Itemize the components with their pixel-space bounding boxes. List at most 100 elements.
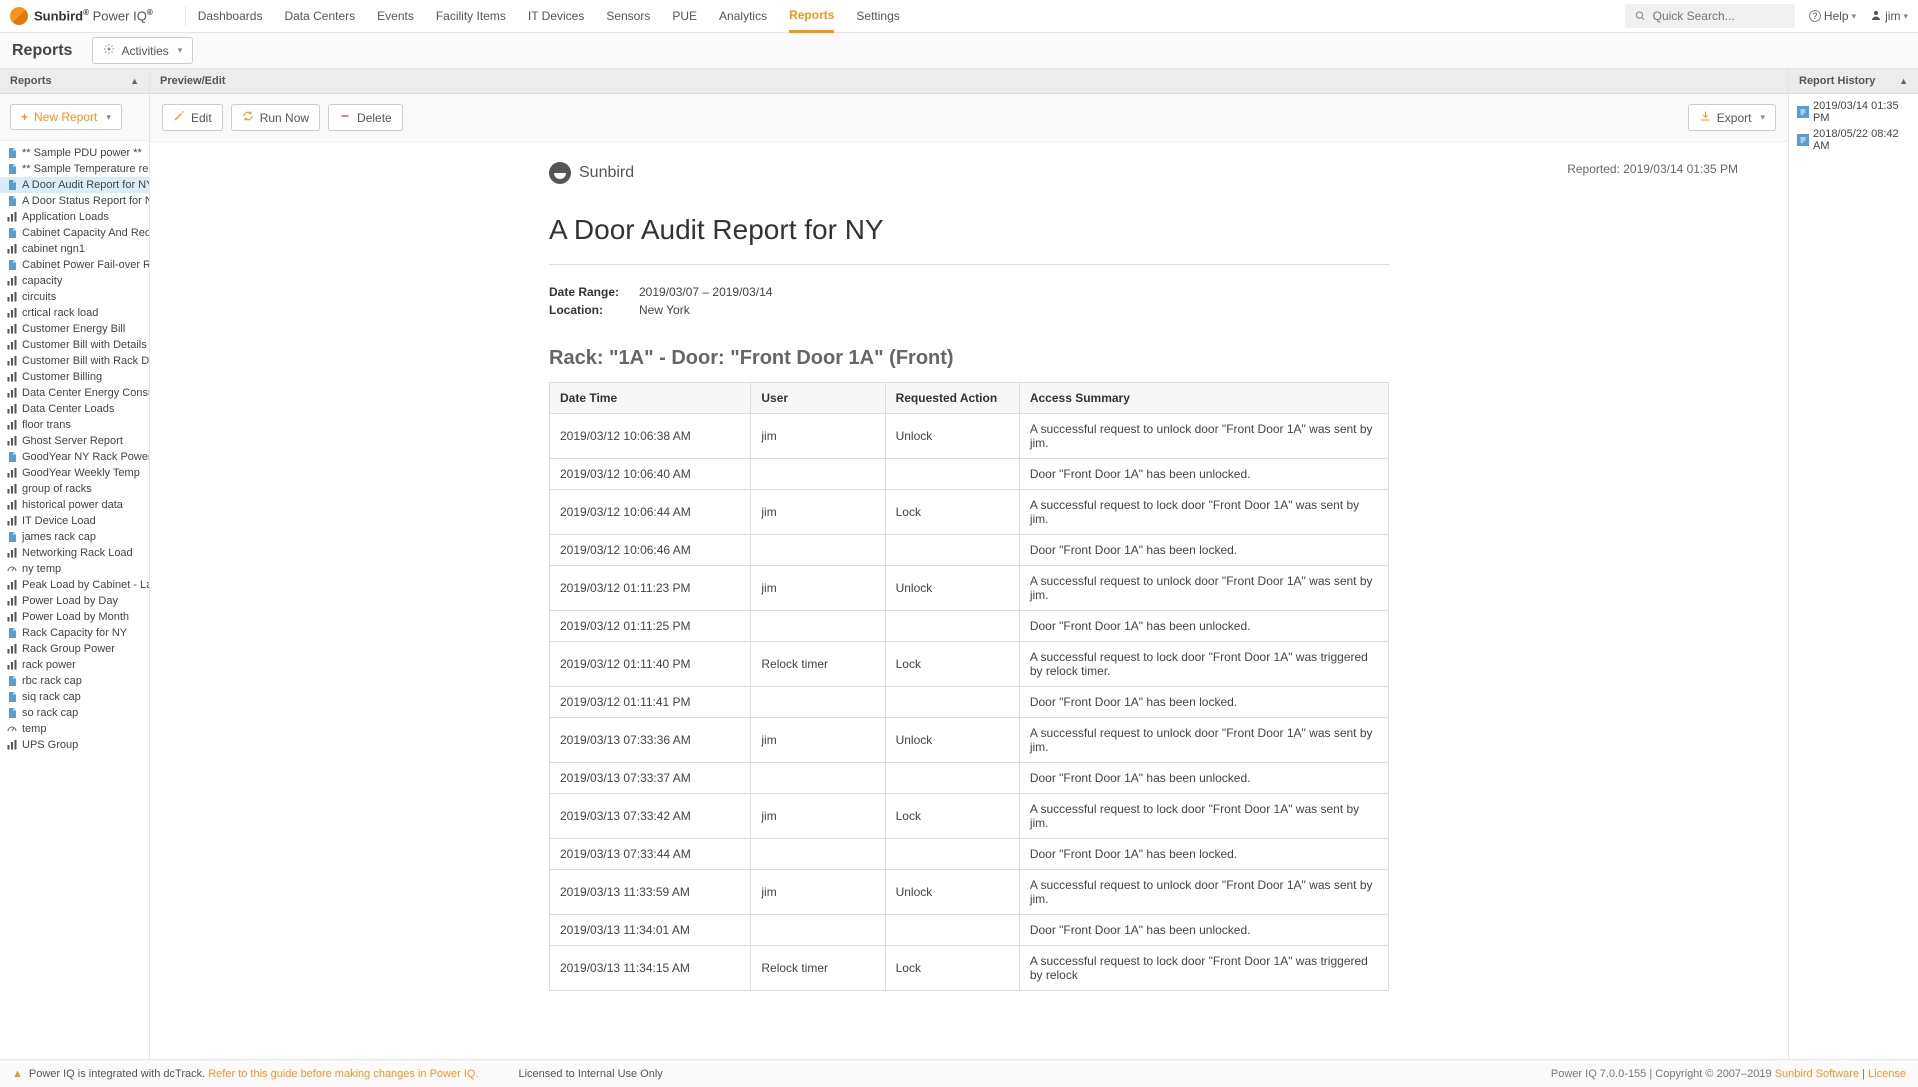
report-item-label: rack power [22, 658, 76, 672]
report-item[interactable]: Rack Capacity for NY [0, 625, 149, 641]
report-item[interactable]: rbc rack cap [0, 673, 149, 689]
cell-summary: A successful request to lock door "Front… [1019, 490, 1388, 535]
page-title: Reports [12, 42, 72, 60]
history-item[interactable]: 2018/05/22 08:42 AM [1793, 126, 1914, 154]
nav-item-dashboards[interactable]: Dashboards [198, 1, 263, 31]
doc-icon [6, 259, 18, 271]
report-item[interactable]: Peak Load by Cabinet - Last 30 D [0, 577, 149, 593]
report-item[interactable]: UPS Group [0, 737, 149, 753]
cell-summary: Door "Front Door 1A" has been unlocked. [1019, 763, 1388, 794]
report-item[interactable]: Customer Bill with Rack Details [0, 353, 149, 369]
history-item-label: 2018/05/22 08:42 AM [1813, 128, 1910, 152]
export-button[interactable]: Export ▾ [1688, 104, 1776, 131]
report-item[interactable]: group of racks [0, 481, 149, 497]
nav-items: Dashboards Data Centers Events Facility Ite… [198, 0, 900, 33]
nav-item-analytics[interactable]: Analytics [719, 1, 767, 31]
report-item[interactable]: temp [0, 721, 149, 737]
report-item[interactable]: circuits [0, 289, 149, 305]
report-item[interactable]: A Door Audit Report for NY [0, 177, 149, 193]
preview-area[interactable]: Reported: 2019/03/14 01:35 PM Sunbird A … [150, 142, 1788, 1059]
left-panel-header: Reports ▲ [0, 69, 149, 94]
report-item[interactable]: Application Loads [0, 209, 149, 225]
cell-action [885, 915, 1019, 946]
report-item[interactable]: Data Center Loads [0, 401, 149, 417]
collapse-icon[interactable]: ▲ [130, 76, 139, 86]
nav-item-pue[interactable]: PUE [672, 1, 697, 31]
report-item[interactable]: Rack Group Power [0, 641, 149, 657]
table-row: 2019/03/13 07:33:44 AMDoor "Front Door 1… [550, 839, 1389, 870]
right-panel-header: Report History ▲ [1789, 69, 1918, 94]
cell-user: jim [751, 794, 885, 839]
cell-dt: 2019/03/12 10:06:44 AM [550, 490, 751, 535]
cell-dt: 2019/03/13 11:34:15 AM [550, 946, 751, 991]
report-item-label: ny temp [22, 562, 61, 576]
chart-icon [6, 211, 18, 223]
table-header-row: Date TimeUserRequested ActionAccess Summ… [550, 383, 1389, 414]
download-icon [1699, 110, 1711, 125]
report-item[interactable]: Power Load by Day [0, 593, 149, 609]
nav-item-it-devices[interactable]: IT Devices [528, 1, 584, 31]
report-item[interactable]: Ghost Server Report [0, 433, 149, 449]
report-item[interactable]: capacity [0, 273, 149, 289]
report-item[interactable]: ny temp [0, 561, 149, 577]
report-item[interactable]: Customer Billing [0, 369, 149, 385]
chart-icon [6, 307, 18, 319]
cell-summary: Door "Front Door 1A" has been unlocked. [1019, 915, 1388, 946]
help-menu[interactable]: ? Help ▾ [1809, 9, 1856, 23]
chart-icon [6, 339, 18, 351]
cell-action: Lock [885, 946, 1019, 991]
search-input[interactable] [1651, 8, 1785, 24]
activities-button[interactable]: Activities ▾ [92, 37, 193, 64]
report-item[interactable]: rack power [0, 657, 149, 673]
user-menu[interactable]: jim ▾ [1870, 9, 1908, 24]
report-item[interactable]: floor trans [0, 417, 149, 433]
report-item[interactable]: james rack cap [0, 529, 149, 545]
report-item[interactable]: siq rack cap [0, 689, 149, 705]
license-link[interactable]: License [1868, 1068, 1906, 1080]
report-item[interactable]: Power Load by Month [0, 609, 149, 625]
nav-item-settings[interactable]: Settings [856, 1, 899, 31]
chart-icon [6, 403, 18, 415]
report-item[interactable]: ** Sample PDU power ** [0, 145, 149, 161]
cell-dt: 2019/03/12 01:11:25 PM [550, 611, 751, 642]
report-item[interactable]: cabinet ngn1 [0, 241, 149, 257]
company-link[interactable]: Sunbird Software [1775, 1068, 1859, 1080]
nav-item-data-centers[interactable]: Data Centers [284, 1, 355, 31]
report-item[interactable]: Data Center Energy Consumption [0, 385, 149, 401]
report-item[interactable]: Networking Rack Load [0, 545, 149, 561]
report-item[interactable]: historical power data [0, 497, 149, 513]
report-item[interactable]: A Door Status Report for NY [0, 193, 149, 209]
collapse-icon[interactable]: ▲ [1899, 76, 1908, 86]
separator [185, 6, 186, 26]
report-item[interactable]: Customer Energy Bill [0, 321, 149, 337]
report-item-label: Customer Bill with Rack Details [22, 354, 149, 368]
report-tree[interactable]: ** Sample PDU power **** Sample Temperat… [0, 141, 149, 1059]
cell-user: Relock timer [751, 642, 885, 687]
nav-item-facility-items[interactable]: Facility Items [436, 1, 506, 31]
report-item[interactable]: crtical rack load [0, 305, 149, 321]
report-item[interactable]: IT Device Load [0, 513, 149, 529]
caret-down-icon: ▾ [1852, 11, 1857, 22]
history-item[interactable]: 2019/03/14 01:35 PM [1793, 98, 1914, 126]
report-item[interactable]: so rack cap [0, 705, 149, 721]
report-item-label: group of racks [22, 482, 92, 496]
run-now-button[interactable]: Run Now [231, 104, 320, 131]
edit-button[interactable]: Edit [162, 104, 223, 131]
report-item[interactable]: Cabinet Power Fail-over Redunda [0, 257, 149, 273]
guide-link[interactable]: Refer to this guide before making change… [208, 1068, 478, 1080]
nav-item-events[interactable]: Events [377, 1, 414, 31]
report-item[interactable]: GoodYear NY Rack Power Cap [0, 449, 149, 465]
report-item[interactable]: GoodYear Weekly Temp [0, 465, 149, 481]
nav-item-sensors[interactable]: Sensors [606, 1, 650, 31]
cell-action [885, 459, 1019, 490]
nav-item-reports[interactable]: Reports [789, 0, 834, 33]
new-report-button[interactable]: + New Report ▾ [10, 104, 122, 130]
report-item-label: Power Load by Day [22, 594, 118, 608]
chart-icon [6, 323, 18, 335]
report-item[interactable]: Cabinet Capacity And Redundanc [0, 225, 149, 241]
report-item[interactable]: Customer Bill with Details [0, 337, 149, 353]
search-box[interactable] [1625, 4, 1795, 28]
report-item[interactable]: ** Sample Temperature report ** [0, 161, 149, 177]
delete-button[interactable]: Delete [328, 104, 403, 131]
cell-dt: 2019/03/12 01:11:41 PM [550, 687, 751, 718]
